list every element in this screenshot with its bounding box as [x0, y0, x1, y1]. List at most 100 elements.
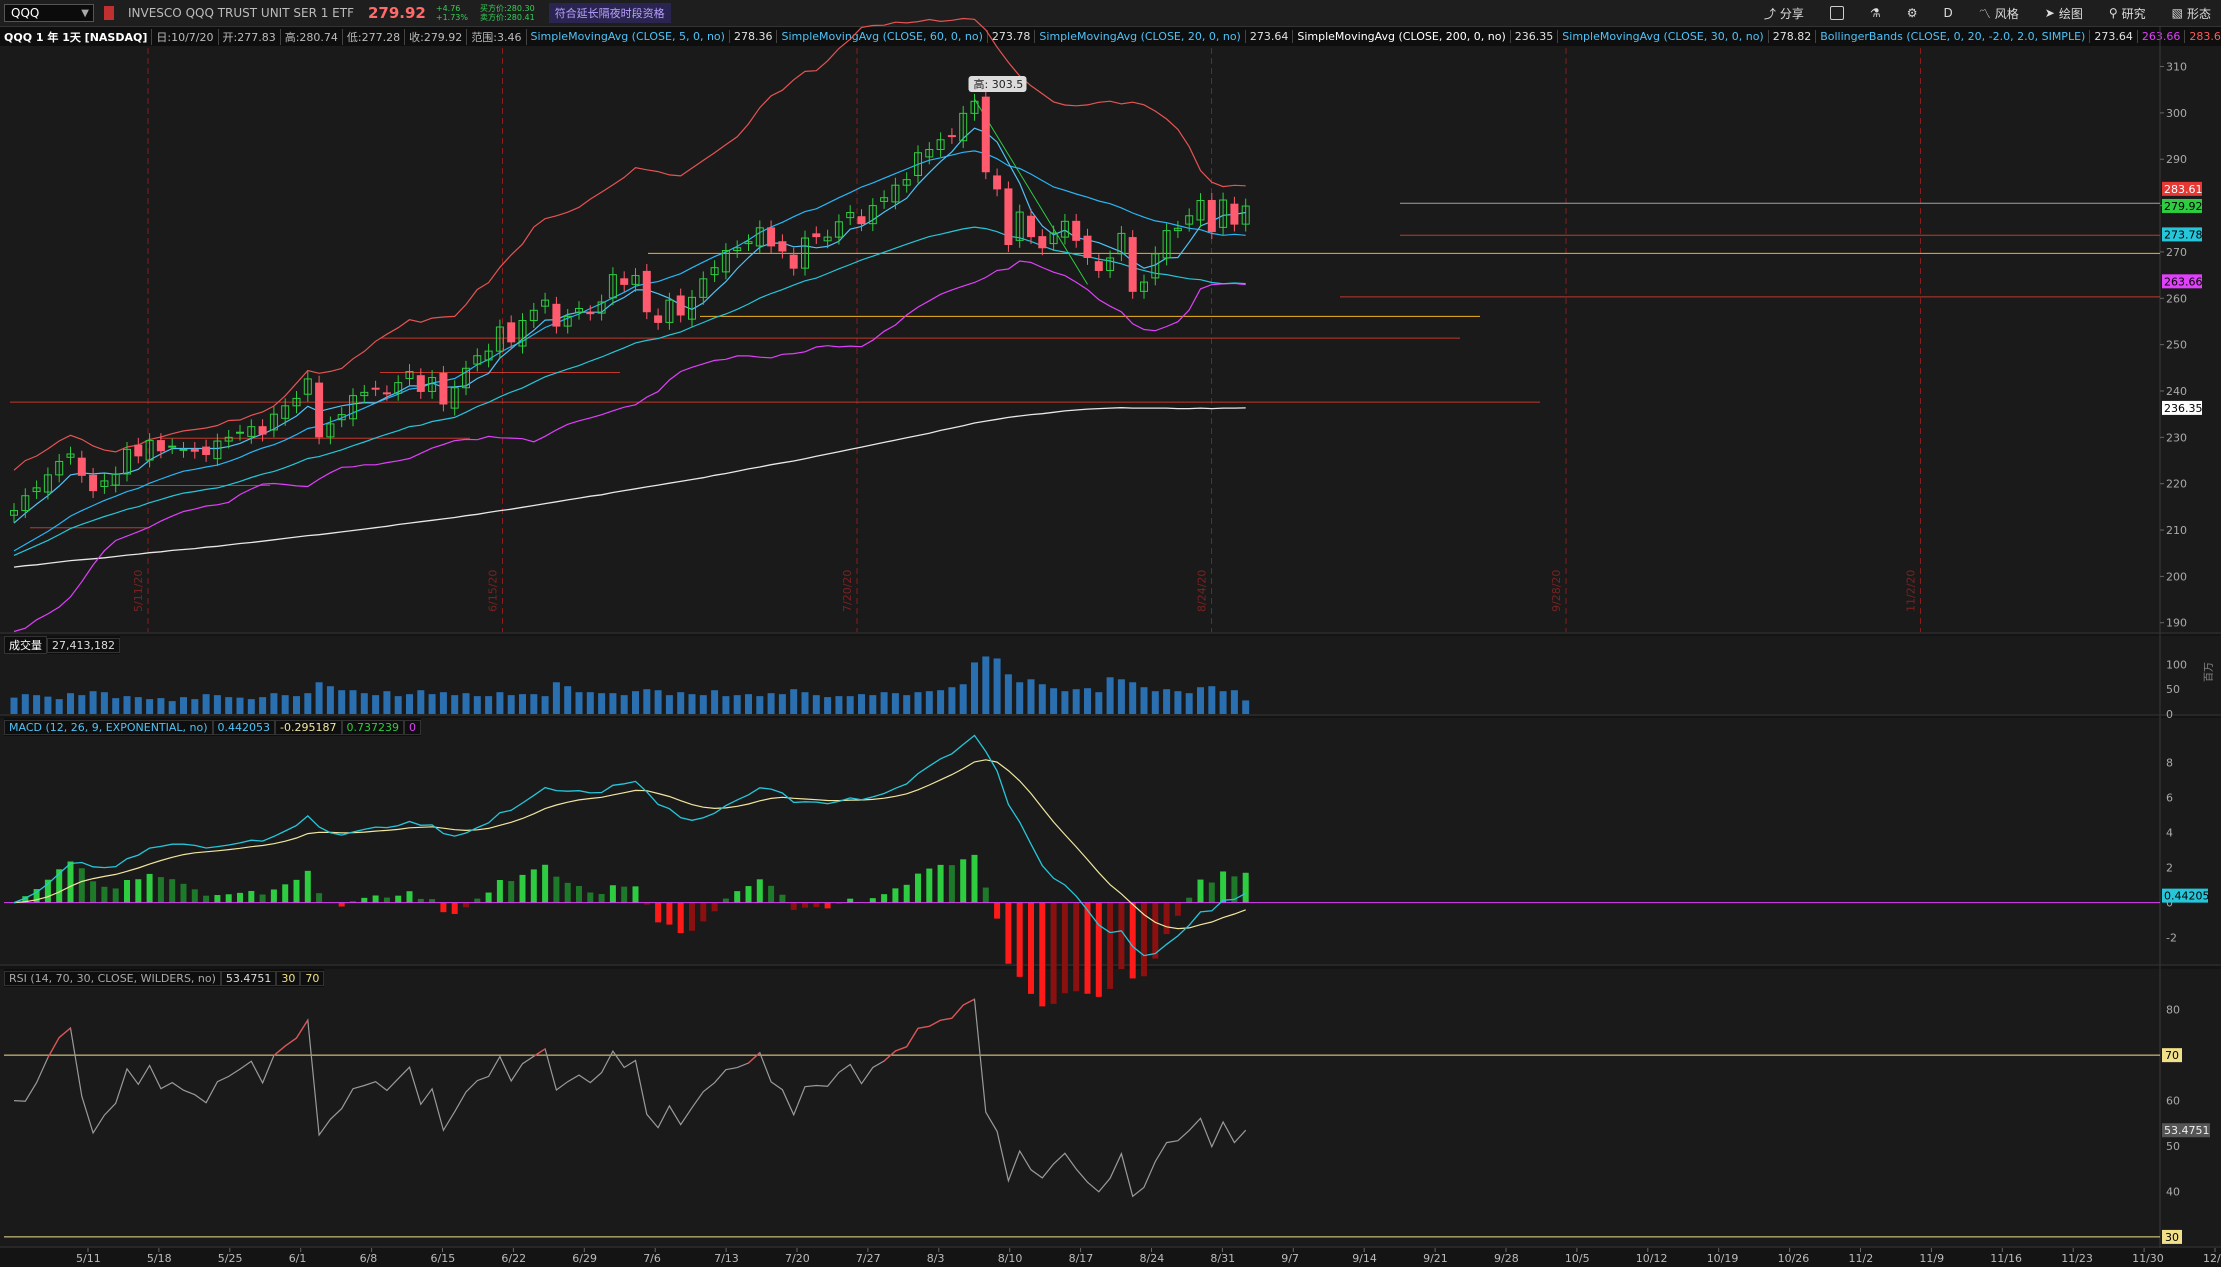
candle-body: [416, 375, 425, 392]
volume-bar: [123, 696, 131, 714]
price-tick-label: 240: [2166, 385, 2187, 398]
volume-bar: [971, 662, 978, 714]
rsi-tick-label: 80: [2166, 1004, 2180, 1017]
volume-bar: [846, 696, 854, 714]
macd-tick-label: 6: [2166, 791, 2173, 804]
price-tick-label: 270: [2166, 246, 2187, 259]
x-tick-label: 9/14: [1352, 1252, 1377, 1265]
macd-tick-label: 2: [2166, 862, 2173, 875]
x-tick-label: 11/23: [2061, 1252, 2093, 1265]
macd-histogram-bar: [1163, 902, 1170, 935]
macd-histogram-bar: [1186, 897, 1193, 903]
candle-body: [156, 440, 165, 452]
x-tick-label: 5/18: [147, 1252, 172, 1265]
volume-bar: [338, 690, 346, 714]
volume-bar: [1140, 687, 1148, 714]
volume-bar: [89, 691, 97, 714]
x-tick-label: 7/13: [714, 1252, 739, 1265]
volume-bar: [790, 689, 798, 714]
macd-histogram-bar: [621, 886, 628, 903]
volume-bar: [406, 694, 413, 714]
period-label: 6/15/20: [487, 570, 500, 612]
x-tick-label: 8/24: [1140, 1252, 1165, 1265]
trading-chart-app: ▼ INVESCO QQQ TRUST UNIT SER 1 ETF 279.9…: [0, 0, 2221, 1267]
volume-bar: [767, 693, 775, 714]
macd-histogram-bar: [666, 902, 673, 925]
volume-tick-label: 0: [2166, 708, 2173, 721]
volume-bar: [519, 694, 526, 714]
high-tag: 高: 303.5: [974, 77, 1024, 91]
candle-body: [981, 96, 990, 173]
volume-bar: [654, 690, 662, 714]
macd-histogram-bar: [1141, 902, 1147, 977]
macd-histogram-bar: [1118, 902, 1125, 970]
macd-histogram-bar: [892, 888, 899, 903]
volume-tick-label: 50: [2166, 683, 2180, 696]
volume-bar: [1084, 688, 1091, 714]
candle-body: [857, 216, 866, 225]
rsi-label[interactable]: RSI (14, 70, 30, CLOSE, WILDERS, no): [4, 970, 221, 986]
x-tick-label: 8/17: [1069, 1252, 1094, 1265]
x-tick-label: 11/30: [2132, 1252, 2164, 1265]
volume-bar: [394, 696, 402, 714]
volume-value: 27,413,182: [47, 637, 120, 653]
macd-histogram-bar: [451, 902, 458, 915]
macd-histogram-bar: [259, 894, 266, 903]
macd-histogram-bar: [609, 885, 616, 903]
macd-histogram-bar: [576, 885, 582, 903]
panel-bg: [0, 46, 2221, 632]
macd-histogram-bar: [756, 879, 763, 903]
x-tick-label: 5/25: [218, 1252, 243, 1265]
price-tick-label: 290: [2166, 153, 2187, 166]
volume-bar: [134, 697, 142, 714]
macd-histogram-bar: [700, 902, 707, 922]
volume-bar: [1151, 691, 1159, 714]
x-tick-label: 11/2: [1849, 1252, 1874, 1265]
volume-bar: [982, 656, 990, 714]
x-tick-label: 10/5: [1565, 1252, 1590, 1265]
volume-bar: [552, 682, 560, 714]
volume-label: 成交量: [4, 636, 47, 654]
volume-bar: [903, 695, 911, 714]
candle-body: [258, 426, 267, 435]
macd-histogram-bar: [1016, 902, 1023, 977]
candle-body: [1083, 235, 1092, 258]
macd-tick-label: 4: [2166, 826, 2173, 839]
volume-bar: [236, 697, 244, 714]
rsi-tick-label: 40: [2166, 1185, 2180, 1198]
macd-histogram-bar: [779, 894, 786, 903]
macd-tick-label: -2: [2166, 932, 2177, 945]
macd-histogram-bar: [1084, 902, 1091, 994]
candle-body: [1038, 236, 1047, 249]
macd-histogram-bar: [768, 885, 775, 903]
macd-histogram-bar: [598, 894, 605, 903]
candle-body: [439, 372, 448, 405]
macd-histogram-bar: [146, 873, 153, 903]
volume-bar: [451, 695, 459, 714]
volume-bar: [925, 691, 933, 714]
volume-bar: [44, 696, 52, 714]
volume-bar: [677, 692, 685, 714]
candle-body: [1094, 261, 1103, 271]
macd-zero: 0: [404, 719, 421, 735]
volume-bar: [1072, 689, 1080, 714]
period-label: 5/11/20: [132, 570, 145, 612]
macd-label[interactable]: MACD (12, 26, 9, EXPONENTIAL, no): [4, 719, 213, 735]
macd-histogram-bar: [270, 889, 277, 903]
volume-bar: [620, 695, 628, 714]
candle-body: [315, 382, 324, 438]
candle-body: [778, 241, 787, 252]
volume-tick-label: 100: [2166, 658, 2187, 671]
volume-bar: [1185, 693, 1193, 714]
macd-histogram-bar: [191, 889, 198, 903]
macd-histogram-bar: [632, 886, 639, 903]
macd-histogram-bar: [406, 891, 413, 903]
x-axis-bg: [0, 1248, 2221, 1267]
volume-bar: [67, 693, 74, 714]
candle-body: [947, 135, 956, 138]
macd-histogram-bar: [338, 902, 345, 907]
period-label: 9/28/20: [1550, 570, 1563, 612]
chart-canvas[interactable]: 5/11/20 6/15/20 7/20/20 8/24/20 9/28/20 11/2/…: [0, 0, 2221, 1267]
volume-bar: [1016, 682, 1024, 714]
macd-histogram-bar: [734, 891, 741, 903]
